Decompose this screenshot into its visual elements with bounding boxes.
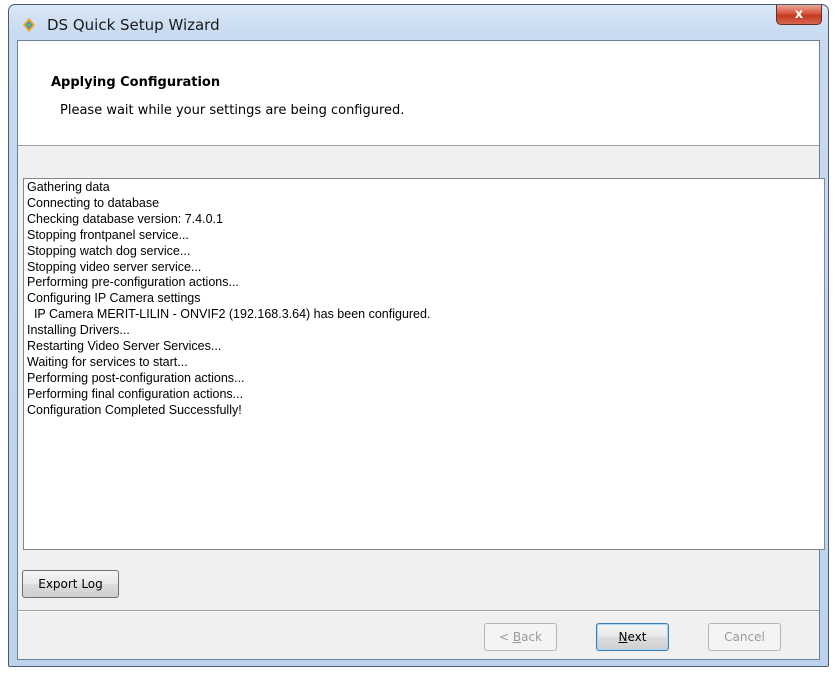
log-line: Configuration Completed Successfully! <box>27 402 242 417</box>
log-line: Checking database version: 7.4.0.1 <box>27 211 223 226</box>
export-log-label: Export Log <box>38 577 103 591</box>
next-button[interactable]: Next <box>596 623 669 651</box>
close-icon: x <box>794 7 804 22</box>
wizard-window: DS Quick Setup Wizard x Applying Configu… <box>8 4 829 667</box>
log-line: Configuring IP Camera settings <box>27 291 201 306</box>
cancel-button[interactable]: Cancel <box>708 623 781 651</box>
cancel-label: Cancel <box>724 630 765 644</box>
page-subtitle: Please wait while your settings are bein… <box>60 103 405 118</box>
log-line: Performing final configuration actions..… <box>27 386 244 401</box>
title-bar[interactable]: DS Quick Setup Wizard x <box>9 5 828 41</box>
wizard-header: Applying Configuration Please wait while… <box>18 41 819 146</box>
log-line: Performing post-configuration actions... <box>27 370 245 385</box>
log-line: Installing Drivers... <box>27 323 130 338</box>
log-textbox[interactable]: Gathering data Connecting to database Chec… <box>23 178 825 550</box>
log-line: Stopping frontpanel service... <box>27 227 189 242</box>
wizard-client-area: Applying Configuration Please wait while… <box>17 40 825 660</box>
app-icon <box>23 18 35 32</box>
back-label-rest: ack <box>521 630 542 644</box>
next-label-rest: ext <box>627 630 647 644</box>
export-log-button[interactable]: Export Log <box>22 570 119 598</box>
log-line: Gathering data <box>27 180 110 194</box>
log-line: Stopping watch dog service... <box>27 243 191 258</box>
window-title: DS Quick Setup Wizard <box>47 16 220 34</box>
back-button[interactable]: < Back <box>484 623 557 651</box>
page-title: Applying Configuration <box>51 75 221 90</box>
back-prefix: < <box>498 630 513 644</box>
log-line: Connecting to database <box>27 195 160 210</box>
log-line: Stopping video server service... <box>27 259 202 274</box>
close-button[interactable]: x <box>776 5 822 25</box>
log-line: IP Camera MERIT-LILIN - ONVIF2 (192.168.… <box>27 307 431 322</box>
next-accelerator: N <box>618 630 628 644</box>
log-line: Waiting for services to start... <box>27 354 188 369</box>
log-line: Performing pre-configuration actions... <box>27 275 239 290</box>
footer-divider <box>18 610 819 612</box>
back-accelerator: B <box>512 630 522 644</box>
log-line: Restarting Video Server Services... <box>27 339 222 354</box>
